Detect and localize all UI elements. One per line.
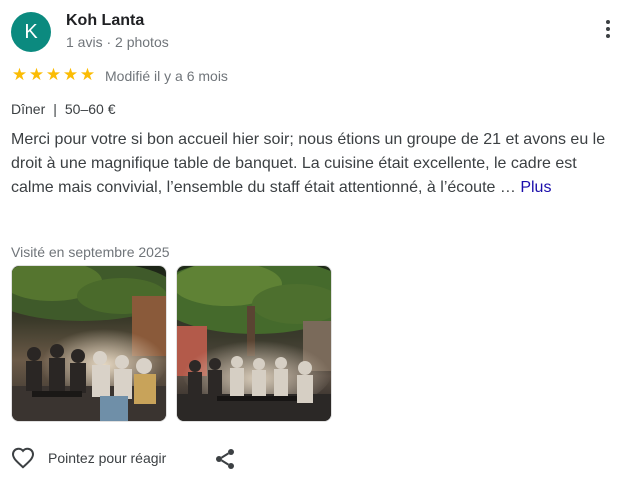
photo-dinner-group-tree (177, 266, 331, 421)
price-range: 50–60 € (64, 101, 116, 117)
heart-outline-icon (11, 447, 35, 469)
attribute-separator: | (53, 101, 57, 117)
reviewer-meta: 1 avis · 2 photos (66, 34, 169, 50)
star-icon: ★ (45, 65, 62, 85)
star-icon: ★ (11, 65, 28, 85)
visit-date: Visité en septembre 2025 (11, 244, 170, 260)
meal-type: Dîner (11, 101, 46, 117)
review-body: Merci pour votre si bon accueil hier soi… (11, 131, 606, 196)
photo-dinner-group-night (12, 266, 166, 421)
star-icon: ★ (28, 65, 45, 85)
reviewer-name[interactable]: Koh Lanta (66, 12, 144, 30)
avatar-initial: K (24, 20, 38, 43)
review-photo-2[interactable] (176, 265, 332, 422)
star-rating: ★ ★ ★ ★ ★ (11, 66, 96, 84)
star-icon: ★ (79, 65, 96, 85)
review-attributes: Dîner | 50–60 € (11, 101, 115, 117)
react-button[interactable]: Pointez pour réagir (10, 446, 166, 470)
share-icon[interactable] (213, 447, 237, 471)
avatar[interactable]: K (11, 12, 51, 52)
review-photo-1[interactable] (11, 265, 167, 422)
review-text: Merci pour votre si bon accueil hier soi… (11, 128, 623, 200)
modified-date: Modifié il y a 6 mois (105, 68, 228, 84)
read-more-link[interactable]: Plus (520, 179, 551, 196)
star-icon: ★ (62, 65, 79, 85)
more-vertical-icon[interactable] (598, 20, 618, 44)
react-label: Pointez pour réagir (48, 450, 167, 466)
